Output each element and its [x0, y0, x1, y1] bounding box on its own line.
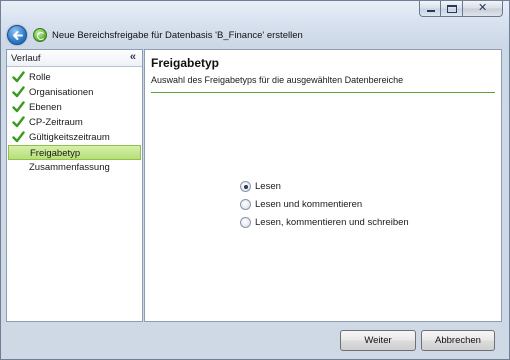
share-type-radio-group: Lesen Lesen und kommentieren Lesen, komm…	[240, 180, 409, 234]
radio-button[interactable]	[240, 199, 251, 210]
sidebar-header-label: Verlauf	[11, 53, 41, 64]
back-arrow-icon	[13, 31, 23, 40]
title-bar: Neue Bereichsfreigabe für Datenbasis 'B_…	[1, 1, 509, 47]
minimize-button[interactable]	[419, 1, 441, 17]
option-label: Lesen	[255, 181, 281, 192]
step-label: Gültigkeitszeitraum	[29, 132, 110, 143]
checkmark-icon	[12, 116, 25, 128]
minimize-icon	[427, 10, 435, 12]
step-label: Freigabetyp	[30, 148, 81, 159]
step-label: Rolle	[29, 72, 51, 83]
window-controls: ✕	[419, 1, 503, 17]
maximize-icon	[447, 5, 457, 13]
radio-button[interactable]	[240, 217, 251, 228]
step-label: Zusammenfassung	[29, 162, 110, 173]
cancel-button[interactable]: Abbrechen	[421, 330, 495, 351]
back-button[interactable]	[7, 25, 27, 45]
app-icon	[33, 28, 47, 42]
step-freigabetyp[interactable]: Freigabetyp	[8, 145, 141, 160]
option-label: Lesen und kommentieren	[255, 199, 363, 210]
close-icon: ✕	[478, 2, 488, 14]
option-lesen-kommentieren[interactable]: Lesen und kommentieren	[240, 198, 409, 216]
sidebar-header: Verlauf «	[7, 50, 142, 67]
close-button[interactable]: ✕	[463, 1, 503, 17]
step-organisationen[interactable]: Organisationen	[8, 85, 141, 100]
content-panel: Freigabetyp Auswahl des Freigabetyps für…	[144, 49, 502, 322]
wizard-steps-panel: Verlauf « Rolle Organisationen Ebenen CP…	[6, 49, 143, 322]
radio-button-selected[interactable]	[240, 181, 251, 192]
option-label: Lesen, kommentieren und schreiben	[255, 217, 409, 228]
option-lesen[interactable]: Lesen	[240, 180, 409, 198]
collapse-icon[interactable]: «	[130, 51, 136, 63]
option-lesen-kommentieren-schreiben[interactable]: Lesen, kommentieren und schreiben	[240, 216, 409, 234]
step-cp-zeitraum[interactable]: CP-Zeitraum	[8, 115, 141, 130]
checkmark-icon	[12, 131, 25, 143]
step-rolle[interactable]: Rolle	[8, 70, 141, 85]
maximize-button[interactable]	[441, 1, 463, 17]
step-gueltigkeitszeitraum[interactable]: Gültigkeitszeitraum	[8, 130, 141, 145]
checkmark-icon	[12, 86, 25, 98]
step-ebenen[interactable]: Ebenen	[8, 100, 141, 115]
title-divider	[151, 92, 495, 93]
checkmark-icon	[12, 101, 25, 113]
checkmark-icon	[12, 71, 25, 83]
step-list: Rolle Organisationen Ebenen CP-Zeitraum …	[7, 70, 142, 175]
dialog-window: Neue Bereichsfreigabe für Datenbasis 'B_…	[0, 0, 510, 360]
step-label: Organisationen	[29, 87, 94, 98]
step-label: Ebenen	[29, 102, 62, 113]
page-subtitle: Auswahl des Freigabetyps für die ausgewä…	[151, 75, 404, 85]
next-button[interactable]: Weiter	[340, 330, 416, 351]
page-title: Freigabetyp	[151, 56, 220, 70]
window-title: Neue Bereichsfreigabe für Datenbasis 'B_…	[52, 30, 303, 41]
step-zusammenfassung[interactable]: Zusammenfassung	[8, 160, 141, 175]
step-label: CP-Zeitraum	[29, 117, 83, 128]
